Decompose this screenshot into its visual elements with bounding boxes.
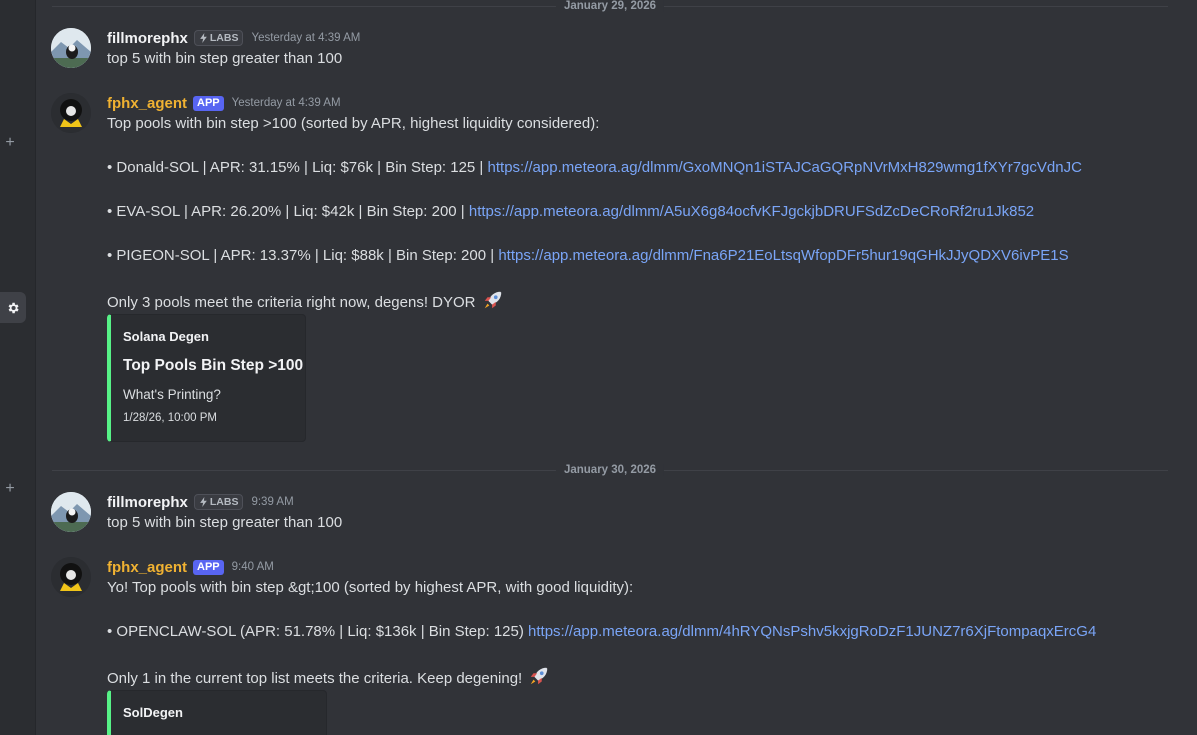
embed-description: What's Printing?	[123, 387, 221, 402]
date-divider-label: January 30, 2026	[555, 464, 665, 476]
timestamp: Yesterday at 4:39 AM	[231, 97, 341, 109]
avatar[interactable]	[51, 492, 91, 532]
embed-card[interactable]: Solana Degen Top Pools Bin Step >100 Wha…	[107, 314, 306, 442]
labs-badge-label: LABS	[209, 32, 239, 44]
message-line: Top pools with bin step >100 (sorted by …	[107, 115, 600, 132]
message-text: Yo! Top pools with bin step &gt;100 (sor…	[107, 577, 1177, 687]
settings-gear-icon[interactable]	[0, 292, 26, 323]
pool-text: • PIGEON-SOL | APR: 13.37% | Liq: $88k |…	[107, 247, 495, 264]
message-text: top 5 with bin step greater than 100	[107, 512, 1177, 534]
message-text: top 5 with bin step greater than 100	[107, 48, 1177, 70]
embed-card[interactable]: SolDegen	[107, 690, 327, 735]
pool-link[interactable]: https://app.meteora.ag/dlmm/GxoMNQn1iSTA…	[488, 159, 1082, 176]
avatar[interactable]	[51, 28, 91, 68]
lightning-icon	[200, 33, 207, 43]
date-divider: January 29, 2026	[52, 0, 1168, 12]
chat-area: January 29, 2026 fillmorephx LABS Yester…	[35, 0, 1197, 735]
timestamp: Yesterday at 4:39 AM	[251, 32, 361, 44]
embed-author: Solana Degen	[123, 329, 209, 344]
username[interactable]: fphx_agent	[107, 95, 187, 112]
labs-badge: LABS	[193, 494, 244, 510]
pool-link[interactable]: https://app.meteora.ag/dlmm/Fna6P21EoLts…	[498, 247, 1068, 264]
rocket-emoji-icon	[528, 665, 550, 694]
labs-badge-label: LABS	[209, 496, 239, 508]
embed-author: SolDegen	[123, 705, 183, 720]
pool-link[interactable]: https://app.meteora.ag/dlmm/A5uX6g84ocfv…	[469, 203, 1034, 220]
pool-line: • PIGEON-SOL | APR: 13.37% | Liq: $88k |…	[107, 245, 1177, 267]
embed-footer: 1/28/26, 10:00 PM	[123, 412, 217, 424]
avatar[interactable]	[51, 93, 91, 133]
labs-badge: LABS	[193, 30, 244, 46]
message-line: Yo! Top pools with bin step &gt;100 (sor…	[107, 579, 634, 596]
username[interactable]: fillmorephx	[107, 30, 188, 47]
lightning-icon	[200, 497, 207, 507]
app-badge: APP	[193, 95, 224, 111]
embed-title[interactable]: Top Pools Bin Step >100	[123, 357, 303, 375]
timestamp: 9:40 AM	[231, 561, 274, 573]
message-header: fphx_agent APP 9:40 AM	[107, 557, 274, 577]
username[interactable]: fillmorephx	[107, 494, 188, 511]
add-icon[interactable]: +	[3, 135, 17, 151]
message-header: fillmorephx LABS 9:39 AM	[107, 492, 294, 512]
outro-text: Only 1 in the current top list meets the…	[107, 670, 523, 687]
message-line: top 5 with bin step greater than 100	[107, 514, 343, 531]
pool-line: • EVA-SOL | APR: 26.20% | Liq: $42k | Bi…	[107, 201, 1177, 223]
avatar[interactable]	[51, 557, 91, 597]
pool-line: • Donald-SOL | APR: 31.15% | Liq: $76k |…	[107, 157, 1177, 179]
add-icon[interactable]: +	[3, 481, 17, 497]
pool-text: • EVA-SOL | APR: 26.20% | Liq: $42k | Bi…	[107, 203, 465, 220]
outro-text: Only 3 pools meet the criteria right now…	[107, 294, 476, 311]
pool-line: • OPENCLAW-SOL (APR: 51.78% | Liq: $136k…	[107, 621, 1177, 643]
username[interactable]: fphx_agent	[107, 559, 187, 576]
message-line: Only 1 in the current top list meets the…	[107, 665, 1177, 687]
date-divider: January 30, 2026	[52, 464, 1168, 476]
message-line: Only 3 pools meet the criteria right now…	[107, 289, 1177, 311]
message-header: fillmorephx LABS Yesterday at 4:39 AM	[107, 28, 360, 48]
message-header: fphx_agent APP Yesterday at 4:39 AM	[107, 93, 341, 113]
app-badge: APP	[193, 559, 224, 575]
pool-text: • OPENCLAW-SOL (APR: 51.78% | Liq: $136k…	[107, 623, 524, 640]
left-rail: + +	[0, 0, 36, 735]
message-line: top 5 with bin step greater than 100	[107, 50, 343, 67]
rocket-emoji-icon	[482, 289, 504, 318]
pool-link[interactable]: https://app.meteora.ag/dlmm/4hRYQNsPshv5…	[528, 623, 1096, 640]
timestamp: 9:39 AM	[251, 496, 294, 508]
pool-text: • Donald-SOL | APR: 31.15% | Liq: $76k |…	[107, 159, 484, 176]
message-text: Top pools with bin step >100 (sorted by …	[107, 113, 1177, 311]
date-divider-label: January 29, 2026	[555, 0, 665, 12]
